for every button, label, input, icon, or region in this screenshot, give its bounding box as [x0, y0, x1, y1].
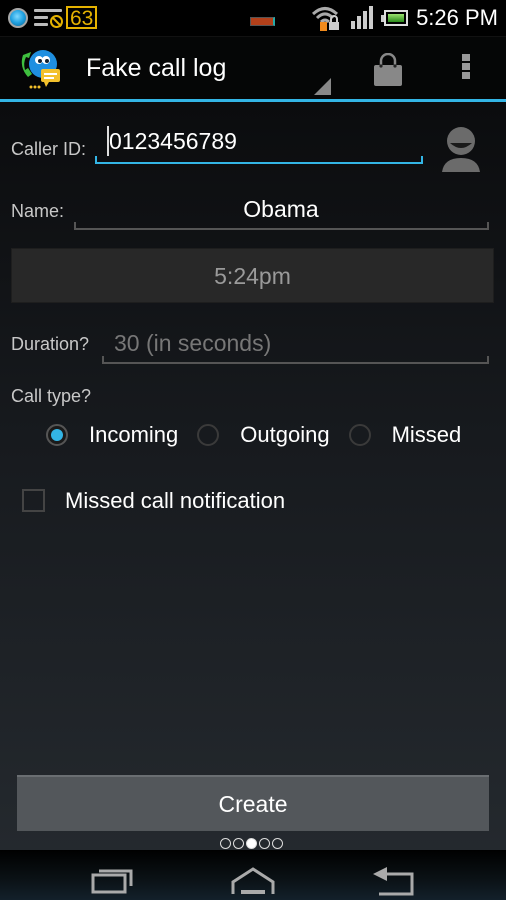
duration-underline	[102, 356, 489, 364]
recent-apps-icon	[91, 869, 133, 894]
navigation-bar	[0, 850, 506, 900]
radio-incoming[interactable]: Incoming	[46, 422, 197, 448]
page-dot	[259, 838, 270, 849]
name-label: Name:	[11, 201, 65, 221]
notification-blocked-icon	[34, 7, 64, 29]
name-underline	[74, 222, 489, 230]
caller-id-input[interactable]: 0123456789	[109, 128, 237, 155]
battery-icon	[381, 10, 409, 26]
radio-unchecked-icon[interactable]	[197, 424, 220, 446]
app-title[interactable]: Fake call log	[86, 54, 226, 83]
radio-outgoing[interactable]: Outgoing	[197, 422, 348, 448]
missed-call-notification-checkbox[interactable]	[22, 489, 45, 512]
status-bar: 63 5:26 PM	[0, 0, 506, 37]
action-bar: Fake call log	[0, 37, 506, 102]
page-dot-active	[246, 838, 257, 849]
radio-label: Missed	[391, 422, 462, 447]
back-button[interactable]	[333, 850, 453, 900]
back-icon	[373, 867, 414, 896]
missed-call-notification-label[interactable]: Missed call notification	[65, 488, 285, 514]
form-content: Caller ID: 0123456789 Name: Obama 5:24pm…	[0, 102, 506, 850]
home-icon	[231, 867, 275, 894]
wifi-locked-icon	[312, 7, 340, 31]
radio-unchecked-icon[interactable]	[348, 424, 371, 446]
page-dot	[272, 838, 283, 849]
time-picker-button[interactable]: 5:24pm	[11, 248, 494, 303]
spinner-indicator-icon[interactable]	[314, 78, 331, 95]
name-input[interactable]: Obama	[74, 196, 488, 223]
page-dot	[220, 838, 231, 849]
page-indicator	[220, 838, 283, 849]
fake-call-app-icon[interactable]	[18, 47, 62, 91]
radio-label: Outgoing	[240, 422, 330, 447]
create-button[interactable]: Create	[17, 775, 489, 831]
contact-picker-icon[interactable]	[440, 126, 482, 172]
caller-id-label: Caller ID:	[11, 139, 87, 159]
media-indicator-icon	[250, 17, 275, 26]
duration-label: Duration?	[11, 334, 90, 354]
recent-apps-button[interactable]	[52, 850, 172, 900]
page-dot	[233, 838, 244, 849]
clock: 5:26 PM	[416, 5, 498, 30]
call-type-label: Call type?	[11, 386, 92, 406]
duration-input[interactable]: 30 (in seconds)	[114, 330, 271, 357]
home-button[interactable]	[193, 850, 313, 900]
caller-id-underline	[95, 156, 423, 164]
signal-icon	[351, 6, 374, 29]
battery-badge: 63	[66, 6, 98, 30]
sync-orb-icon	[8, 7, 28, 28]
radio-checked-icon[interactable]	[46, 424, 68, 446]
radio-label: Incoming	[89, 422, 179, 447]
overflow-menu-icon[interactable]	[462, 54, 470, 81]
radio-missed[interactable]: Missed	[348, 422, 481, 448]
shop-bag-icon[interactable]	[373, 53, 403, 87]
call-type-radio-group: Incoming Outgoing Missed	[46, 422, 480, 448]
